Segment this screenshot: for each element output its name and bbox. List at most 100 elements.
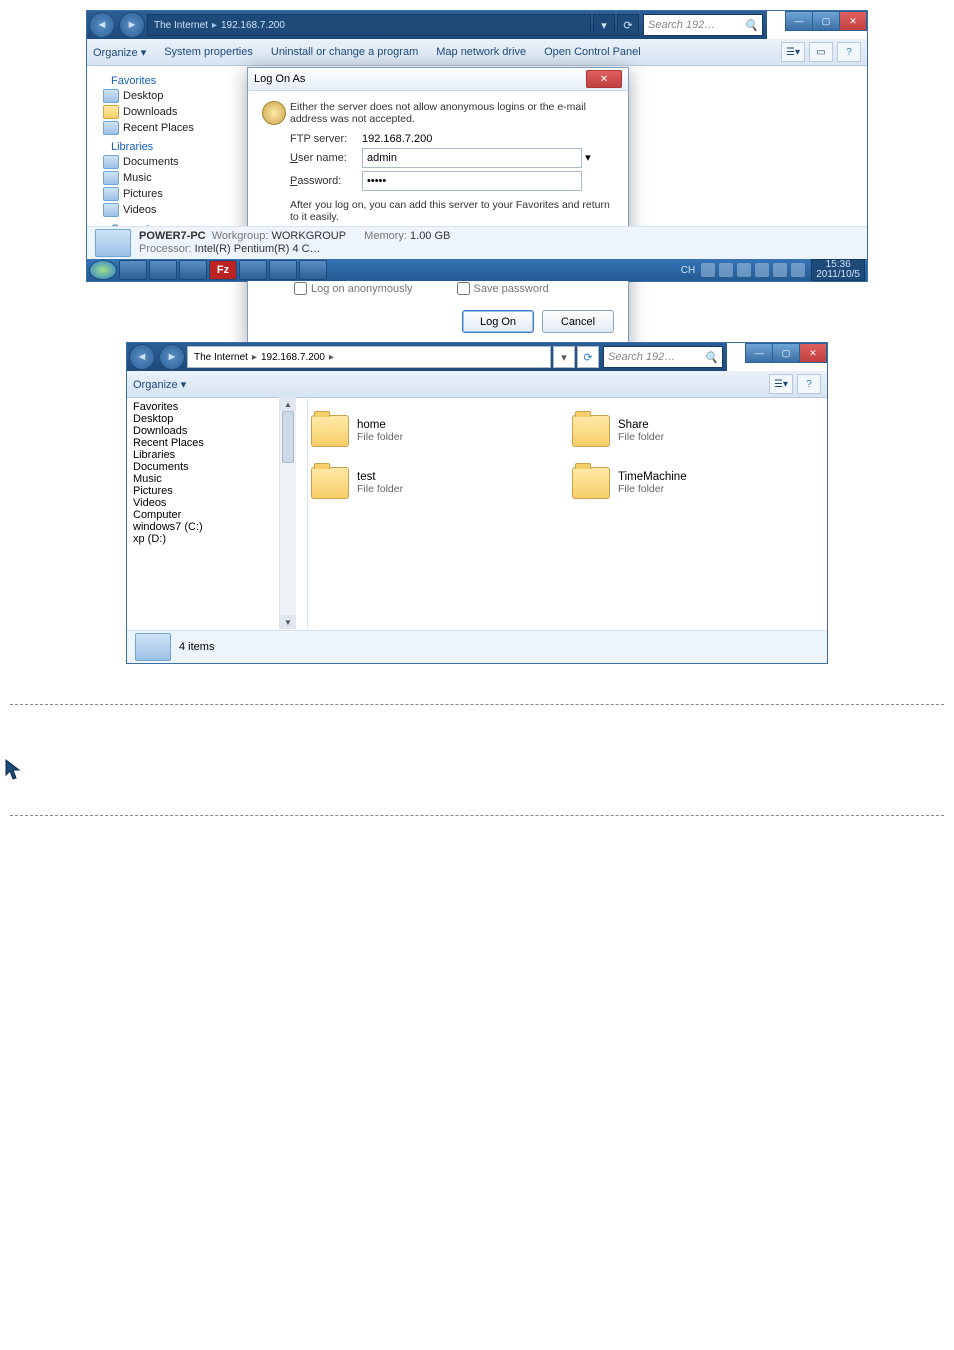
user-name-label: User name: [290,152,362,164]
folder-icon [311,467,349,499]
maximize-button[interactable]: ▢ [773,343,800,363]
taskbar-app6[interactable] [269,260,297,280]
search-input[interactable]: Search 192… 🔍 [643,14,763,36]
folder-item-home[interactable]: homeFile folder [311,407,552,455]
tray-icon[interactable] [719,263,733,277]
start-button[interactable] [89,260,117,280]
toolbar-system-properties[interactable]: System properties [164,46,253,58]
tray-clock[interactable]: 15:36 2011/10/5 [811,259,865,281]
taskbar: Fz CH 15:36 2011/10/5 [87,259,867,281]
tree-item-pictures[interactable]: Pictures [103,187,243,201]
status-item-count: 4 items [179,641,214,653]
minimize-button[interactable]: — [745,343,773,363]
address-bar[interactable]: The Internet ▸ 192.168.7.200 [147,14,591,36]
forward-button[interactable]: ► [119,12,145,38]
password-input[interactable] [362,171,582,191]
tree-libraries-header[interactable]: Libraries [133,449,301,461]
address-dropdown[interactable]: ▾ [553,346,575,368]
close-button[interactable]: ✕ [800,343,827,363]
tree-item-downloads[interactable]: Downloads [133,425,301,437]
taskbar-ie[interactable] [149,260,177,280]
tree-computer-header[interactable]: Computer [133,509,301,521]
address-path: 192.168.7.200 [221,20,285,31]
folder-item-timemachine[interactable]: TimeMachineFile folder [572,459,813,507]
user-name-input[interactable] [362,148,582,168]
tree-favorites-header[interactable]: Favorites [93,75,243,87]
log-on-anonymously-checkbox[interactable]: Log on anonymously [290,279,413,298]
tree-item-recent-places[interactable]: Recent Places [103,121,243,135]
toolbar: Organize ▾ System properties Uninstall o… [87,39,867,66]
tree-item-pictures[interactable]: Pictures [133,485,301,497]
scroll-down[interactable]: ▼ [280,615,296,629]
search-placeholder: Search 192… [648,19,715,31]
folder-icon [311,415,349,447]
workgroup-value: WORKGROUP [271,230,345,242]
taskbar-app7[interactable] [299,260,327,280]
tree-favorites-header[interactable]: Favorites [133,401,301,413]
tree-item-music[interactable]: Music [133,473,301,485]
tree-item-videos[interactable]: Videos [133,497,301,509]
tree-scrollbar[interactable]: ▲ ▼ [279,397,296,629]
close-button[interactable]: ✕ [840,11,867,31]
tray-icon[interactable] [755,263,769,277]
tray-icon[interactable] [791,263,805,277]
toolbar-open-control-panel[interactable]: Open Control Panel [544,46,641,58]
tray-icon[interactable] [773,263,787,277]
taskbar-filezilla[interactable]: Fz [209,260,237,280]
folder-type: File folder [357,431,403,443]
view-mode-button[interactable]: ☰▾ [781,42,805,62]
dialog-title: Log On As [254,73,305,85]
tray-lang[interactable]: CH [681,265,695,276]
tree-item-music[interactable]: Music [103,171,243,185]
password-label: Password: [290,175,362,187]
help-button[interactable]: ? [837,42,861,62]
back-button[interactable]: ◄ [89,12,115,38]
folder-item-test[interactable]: testFile folder [311,459,552,507]
scroll-thumb[interactable] [282,411,294,463]
save-password-checkbox[interactable]: Save password [453,279,549,298]
tree-item-videos[interactable]: Videos [103,203,243,217]
folder-icon [572,467,610,499]
tree-item-c[interactable]: windows7 (C:) [133,521,301,533]
address-bar[interactable]: The Internet ▸ 192.168.7.200 ▸ [187,346,551,368]
minimize-button[interactable]: — [785,11,813,31]
toolbar-map-network-drive[interactable]: Map network drive [436,46,526,58]
explorer-window-1: — ▢ ✕ ◄ ► The Internet ▸ 192.168.7.200 ▾… [86,10,868,282]
back-button[interactable]: ◄ [129,344,155,370]
toolbar-uninstall[interactable]: Uninstall or change a program [271,46,418,58]
folder-type: File folder [618,483,687,495]
tray-icon[interactable] [737,263,751,277]
search-input[interactable]: Search 192… 🔍 [603,346,723,368]
tree-item-documents[interactable]: Documents [133,461,301,473]
taskbar-media[interactable] [179,260,207,280]
organize-menu[interactable]: Organize ▾ [93,46,146,59]
forward-button[interactable]: ► [159,344,185,370]
tree-item-desktop[interactable]: Desktop [133,413,301,425]
user-name-dropdown[interactable]: ▾ [585,152,591,164]
refresh-button[interactable]: ⟳ [577,346,599,368]
taskbar-explorer[interactable] [119,260,147,280]
dialog-titlebar: Log On As ✕ [248,68,628,91]
tree-item-recent-places[interactable]: Recent Places [133,437,301,449]
taskbar-app5[interactable] [239,260,267,280]
tree-item-downloads[interactable]: Downloads [103,105,243,119]
folder-item-share[interactable]: ShareFile folder [572,407,813,455]
dialog-close-button[interactable]: ✕ [586,70,622,88]
organize-menu[interactable]: Organize ▾ [133,378,186,391]
folder-name: TimeMachine [618,471,687,483]
cancel-button[interactable]: Cancel [542,310,614,333]
log-on-button[interactable]: Log On [462,310,534,333]
memory-value: 1.00 GB [410,230,450,242]
tray-icon[interactable] [701,263,715,277]
view-mode-button[interactable]: ☰▾ [769,374,793,394]
tree-item-documents[interactable]: Documents [103,155,243,169]
help-button[interactable]: ? [797,374,821,394]
refresh-button[interactable]: ⟳ [617,14,639,36]
tree-libraries-header[interactable]: Libraries [93,141,243,153]
scroll-up[interactable]: ▲ [280,397,296,411]
preview-pane-button[interactable]: ▭ [809,42,833,62]
tree-item-d[interactable]: xp (D:) [133,533,301,545]
tree-item-desktop[interactable]: Desktop [103,89,243,103]
maximize-button[interactable]: ▢ [813,11,840,31]
address-dropdown[interactable]: ▾ [593,14,615,36]
